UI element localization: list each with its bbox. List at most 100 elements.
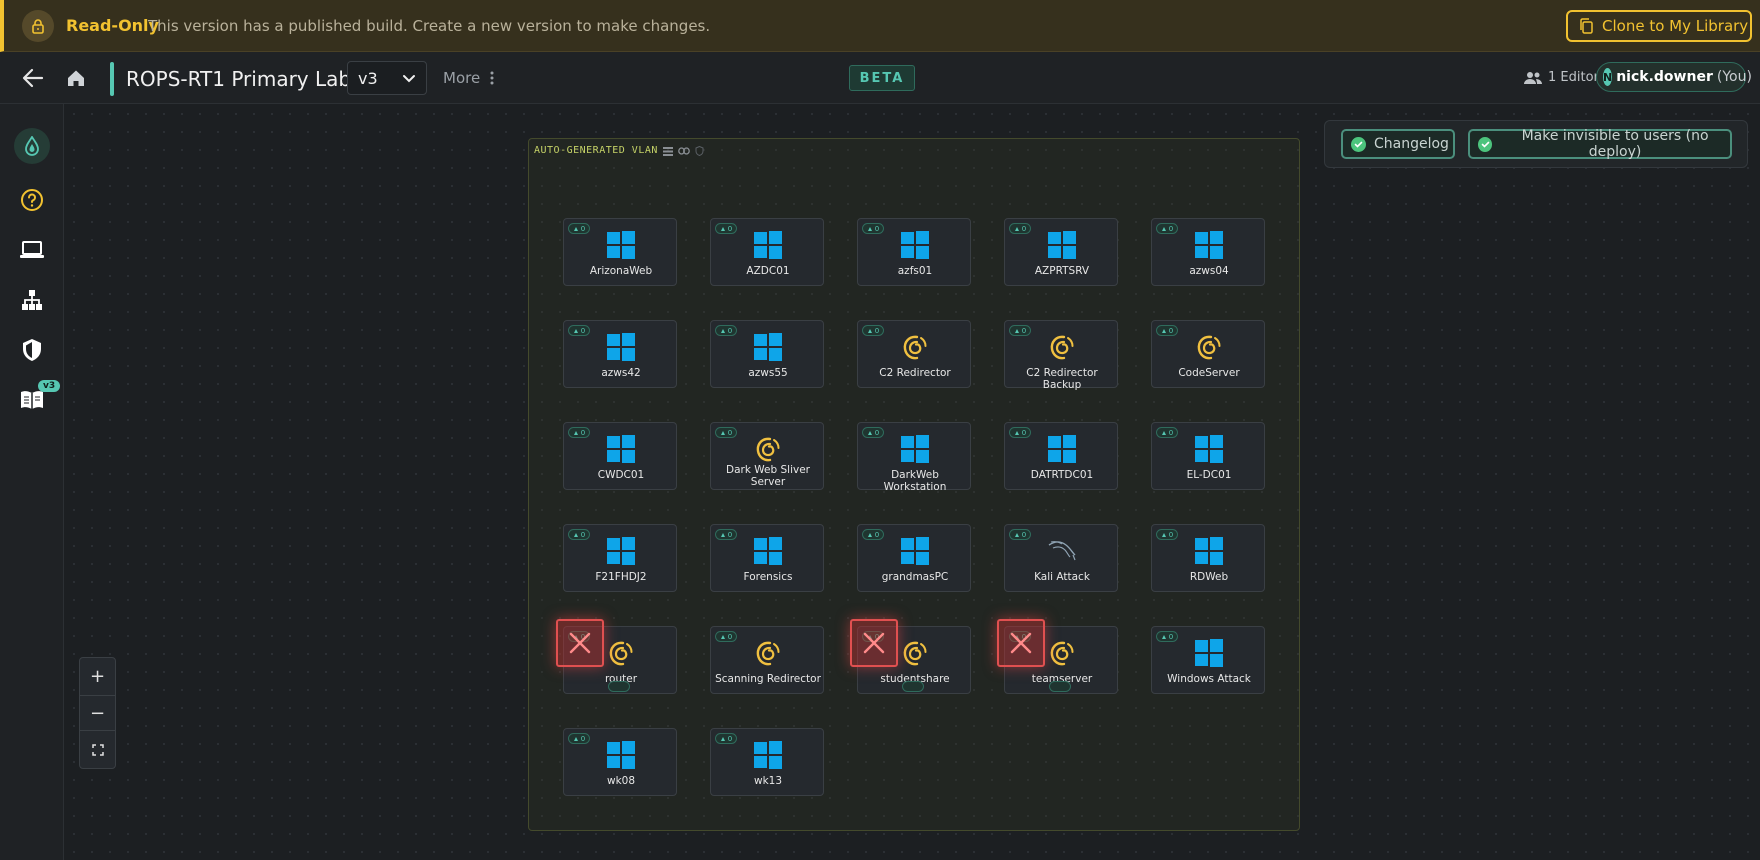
vm-node[interactable]: 0 AZDC01 xyxy=(710,218,824,286)
node-label: ArizonaWeb xyxy=(589,265,653,277)
more-menu-button[interactable]: More xyxy=(443,69,494,87)
debian-icon xyxy=(711,435,825,465)
vm-node[interactable]: 0 C2 Redirector xyxy=(857,320,971,388)
windows-icon xyxy=(564,333,678,361)
list-icon xyxy=(662,146,673,156)
make-invisible-toggle[interactable]: Make invisible to users (no deploy) xyxy=(1468,128,1732,160)
back-arrow-icon[interactable] xyxy=(22,68,44,92)
debian-icon xyxy=(858,333,972,363)
changelog-label: Changelog xyxy=(1374,136,1449,152)
node-label: grandmasPC xyxy=(881,571,949,583)
debian-icon xyxy=(1152,333,1266,363)
vm-node[interactable]: 0 grandmasPC xyxy=(857,524,971,592)
vm-node[interactable]: 0 Forensics xyxy=(710,524,824,592)
vm-node[interactable]: 0 Dark Web Sliver Server xyxy=(710,422,824,490)
node-label: wk08 xyxy=(606,775,636,787)
windows-icon xyxy=(1152,231,1266,259)
copy-icon xyxy=(1580,18,1593,34)
vm-node[interactable]: 0 azws04 xyxy=(1151,218,1265,286)
windows-icon xyxy=(564,741,678,769)
shield-icon[interactable] xyxy=(14,332,50,368)
vm-node[interactable]: 0 Scanning Redirector xyxy=(710,626,824,694)
network-icon[interactable] xyxy=(14,282,50,318)
vm-node[interactable]: 0 DATRTDC01 xyxy=(1004,422,1118,490)
check-circle-icon xyxy=(1478,136,1493,152)
vm-node[interactable]: 0 router xyxy=(556,619,677,694)
zoom-controls: + − xyxy=(79,657,116,769)
vm-node[interactable]: 0 teamserver xyxy=(997,619,1118,694)
vm-node[interactable]: 0 AZPRTSRV xyxy=(1004,218,1118,286)
version-select[interactable]: v3 xyxy=(347,61,427,95)
droplet-logo-icon[interactable] xyxy=(14,128,50,164)
chevron-down-icon xyxy=(403,75,415,83)
more-label: More xyxy=(443,69,481,87)
vm-node[interactable]: 0 DarkWeb Workstation xyxy=(857,422,971,493)
vm-node[interactable]: 0 studentshare xyxy=(850,619,971,694)
beta-badge: BETA xyxy=(849,65,915,91)
node-label: azfs01 xyxy=(897,265,933,277)
vm-node[interactable]: 0 ArizonaWeb xyxy=(563,218,677,286)
node-label: wk13 xyxy=(753,775,783,787)
home-icon[interactable] xyxy=(66,68,86,92)
lock-icon xyxy=(22,10,54,42)
node-label: Kali Attack xyxy=(1034,571,1090,583)
current-user-pill[interactable]: N nick.downer (You) xyxy=(1596,62,1752,92)
node-label: azws42 xyxy=(601,367,641,379)
vm-node[interactable]: 0 Windows Attack xyxy=(1151,626,1265,694)
windows-icon xyxy=(711,231,825,259)
top-header: ROPS-RT1 Primary Lab v3 More BETA 1 Edit… xyxy=(0,52,1760,104)
people-icon xyxy=(1524,71,1542,84)
error-x-icon xyxy=(556,619,604,667)
vm-node[interactable]: 0 RDWeb xyxy=(1151,524,1265,592)
node-label: RDWeb xyxy=(1189,571,1229,583)
banner-message: This version has a published build. Crea… xyxy=(148,17,711,35)
windows-icon xyxy=(1152,435,1266,463)
zoom-out-button[interactable]: − xyxy=(80,695,115,731)
laptop-icon[interactable] xyxy=(14,232,50,268)
kebab-icon xyxy=(490,71,494,85)
vm-node[interactable]: 0 C2 Redirector Backup xyxy=(1004,320,1119,391)
user-you-label: (You) xyxy=(1716,69,1752,85)
vm-node[interactable]: 0 CWDC01 xyxy=(563,422,677,490)
title-accent-bar xyxy=(110,62,114,96)
vm-node[interactable]: 0 CodeServer xyxy=(1151,320,1265,388)
lab-title: ROPS-RT1 Primary Lab xyxy=(126,67,352,91)
vm-node[interactable]: 0 azws42 xyxy=(563,320,677,388)
vm-node[interactable]: 0 wk13 xyxy=(710,728,824,796)
vlan-label: AUTO-GENERATED VLAN xyxy=(534,145,704,156)
version-badge: v3 xyxy=(38,380,61,392)
toggle-panel: Changelog Make invisible to users (no de… xyxy=(1324,120,1748,168)
node-label: CWDC01 xyxy=(597,469,645,481)
make-invisible-label: Make invisible to users (no deploy) xyxy=(1521,128,1709,160)
debian-icon xyxy=(1005,333,1119,363)
windows-icon xyxy=(1005,231,1119,259)
vm-node[interactable]: 0 EL-DC01 xyxy=(1151,422,1265,490)
windows-icon xyxy=(564,537,678,565)
editor-count-label: 1 Editor xyxy=(1548,70,1599,85)
node-label: CodeServer xyxy=(1178,367,1240,379)
vm-node[interactable]: 0 Kali Attack xyxy=(1004,524,1118,592)
windows-icon xyxy=(1152,537,1266,565)
windows-icon xyxy=(564,231,678,259)
changelog-toggle[interactable]: Changelog xyxy=(1341,129,1455,159)
shield-outline-icon xyxy=(695,145,704,156)
windows-icon xyxy=(711,537,825,565)
node-label: C2 Redirector Backup xyxy=(1026,367,1098,391)
vm-node[interactable]: 0 azfs01 xyxy=(857,218,971,286)
node-label: AZDC01 xyxy=(746,265,790,277)
read-only-label: Read-Only xyxy=(66,16,159,35)
zoom-in-button[interactable]: + xyxy=(80,658,115,694)
windows-icon xyxy=(711,741,825,769)
node-link-chip xyxy=(608,681,630,692)
node-label: DarkWeb Workstation xyxy=(883,469,947,493)
error-x-icon xyxy=(997,619,1045,667)
node-label: Scanning Redirector xyxy=(715,673,821,685)
node-label: C2 Redirector xyxy=(879,367,951,379)
vm-node[interactable]: 0 azws55 xyxy=(710,320,824,388)
clone-to-library-button[interactable]: Clone to My Library xyxy=(1566,10,1752,42)
vm-node[interactable]: 0 F21FHDJ2 xyxy=(563,524,677,592)
link-icon xyxy=(678,146,690,155)
help-icon[interactable] xyxy=(14,182,50,218)
vm-node[interactable]: 0 wk08 xyxy=(563,728,677,796)
fit-view-button[interactable] xyxy=(80,732,115,768)
